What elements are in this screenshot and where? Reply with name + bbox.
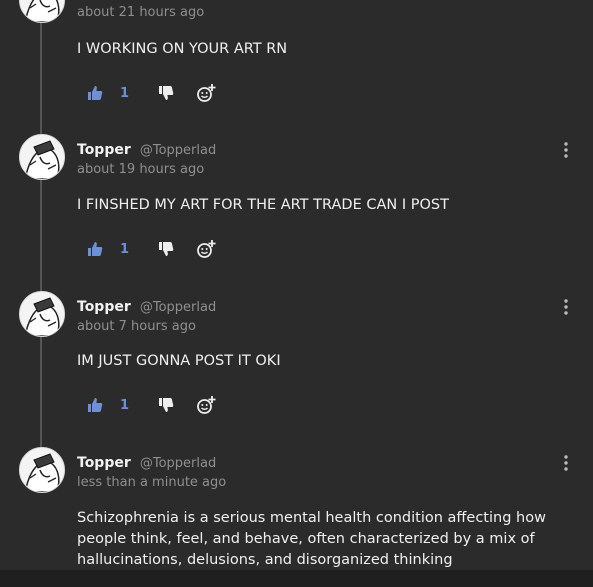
add-emoji-icon[interactable]	[196, 83, 216, 103]
author-handle[interactable]: @Topperlad	[140, 456, 216, 471]
thumbs-up-icon[interactable]	[87, 241, 103, 259]
author-name[interactable]: Topper	[77, 455, 131, 471]
author-handle[interactable]: @Topperlad	[140, 143, 216, 158]
author-name[interactable]: Topper	[77, 142, 131, 158]
comment-timestamp: about 19 hours ago	[77, 162, 205, 177]
more-vertical-icon[interactable]	[558, 297, 574, 317]
avatar-image	[20, 448, 64, 492]
avatar[interactable]	[19, 0, 65, 23]
avatar[interactable]	[19, 447, 65, 493]
more-vertical-icon[interactable]	[558, 140, 574, 160]
author-line: Topper @Topperlad	[77, 296, 216, 315]
comment-body: IM JUST GONNA POST IT OKI	[77, 353, 281, 369]
avatar-image	[20, 135, 64, 179]
bottom-bar	[0, 570, 593, 587]
comment-timestamp: about 7 hours ago	[77, 319, 196, 334]
comment-timestamp: less than a minute ago	[77, 475, 227, 490]
comment-body: I WORKING ON YOUR ART RN	[77, 41, 288, 57]
add-emoji-icon[interactable]	[196, 395, 216, 415]
thumbs-down-icon[interactable]	[158, 85, 174, 103]
comment-body: Schizophrenia is a serious mental health…	[77, 510, 546, 568]
comment-timestamp: about 21 hours ago	[77, 5, 205, 20]
vote-count: 1	[120, 398, 130, 413]
author-line: Topper @Topperlad	[77, 139, 216, 158]
vote-count: 1	[120, 242, 130, 257]
thread-line	[40, 0, 42, 450]
avatar[interactable]	[19, 134, 65, 180]
author-line: Topper @Topperlad	[77, 452, 216, 471]
comment-thread: about 21 hours ago I WORKING ON YOUR ART…	[0, 0, 593, 587]
avatar[interactable]	[19, 291, 65, 337]
more-vertical-icon[interactable]	[558, 453, 574, 473]
vote-count: 1	[120, 86, 130, 101]
avatar-image	[20, 292, 64, 336]
thumbs-down-icon[interactable]	[158, 241, 174, 259]
thumbs-up-icon[interactable]	[87, 397, 103, 415]
author-name[interactable]: Topper	[77, 299, 131, 315]
avatar-image	[20, 0, 64, 22]
add-emoji-icon[interactable]	[196, 239, 216, 259]
thumbs-up-icon[interactable]	[87, 85, 103, 103]
comment-body: I FINSHED MY ART FOR THE ART TRADE CAN I…	[77, 197, 449, 213]
thumbs-down-icon[interactable]	[158, 397, 174, 415]
author-handle[interactable]: @Topperlad	[140, 300, 216, 315]
